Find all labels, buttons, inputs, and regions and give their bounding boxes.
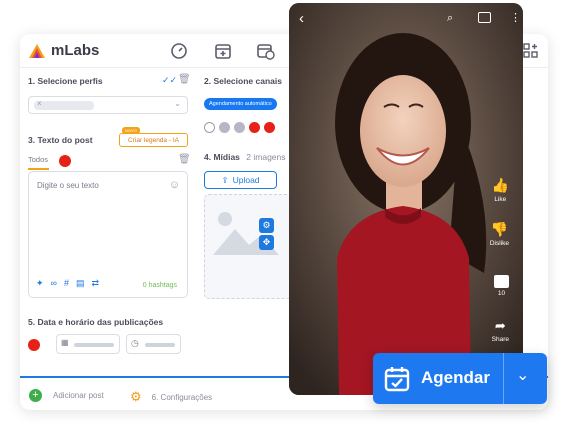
- comments-action[interactable]: 10: [494, 275, 509, 297]
- calendar-add-icon[interactable]: [214, 42, 232, 60]
- calendar-check-icon: [384, 367, 410, 392]
- logo-text: mLabs: [51, 42, 100, 59]
- media-count: 2 imagens: [246, 152, 286, 162]
- comment-icon: [494, 275, 509, 288]
- like-label: Like: [494, 196, 507, 203]
- back-icon[interactable]: ‹: [299, 10, 304, 27]
- grid-add-icon[interactable]: [522, 42, 540, 60]
- hashtag-icon[interactable]: #: [64, 278, 69, 289]
- calendar-clock-icon[interactable]: [257, 42, 275, 60]
- tab-all[interactable]: Todos: [28, 155, 48, 164]
- date-value: [74, 343, 114, 347]
- chevron-down-icon[interactable]: ⌄: [516, 365, 529, 385]
- video-photo: [289, 3, 523, 395]
- move-icon[interactable]: ✥: [259, 235, 274, 250]
- section-channels-title: 2. Selecione canais: [204, 76, 282, 86]
- dashboard-icon[interactable]: [170, 42, 188, 60]
- plus-icon: +: [29, 389, 42, 402]
- settings-icon[interactable]: ⚙: [259, 218, 274, 233]
- file-icon[interactable]: ▤: [76, 278, 85, 289]
- media-title-label: 4. Mídias: [204, 152, 240, 162]
- thumbs-down-icon: 👎: [490, 221, 509, 237]
- trash-icon[interactable]: 🗑: [178, 74, 191, 85]
- profile-select[interactable]: × ⌄: [28, 96, 188, 114]
- section-text-title: 3. Texto do post: [28, 135, 93, 145]
- editor-toolbar: ✦ ∞ # ▤ ⇄: [36, 278, 99, 289]
- schedule-label: Agendar: [421, 368, 490, 387]
- share-action[interactable]: ➦ Share: [492, 318, 509, 343]
- threads-icon[interactable]: [219, 122, 230, 133]
- youtube-icon: [28, 339, 40, 351]
- video-preview-panel: ‹ ⌕ ⋮ 👍 Like 👎 Dislike 10 ➦ Share: [289, 3, 523, 395]
- magic-icon[interactable]: ✦: [36, 278, 44, 289]
- pinterest-icon[interactable]: [264, 122, 275, 133]
- upload-icon: ⇪: [221, 174, 229, 185]
- post-text-area[interactable]: Digite o seu texto ☺ ✦ ∞ # ▤ ⇄ 0 hashtag…: [28, 171, 188, 298]
- mlabs-logo-icon: [29, 43, 45, 58]
- media-preview: ⚙ ✥: [204, 194, 294, 299]
- remove-chip-icon[interactable]: ×: [37, 99, 42, 108]
- add-post-button[interactable]: + Adicionar post: [29, 389, 104, 402]
- auto-schedule-pill[interactable]: Agendamento automático: [204, 98, 277, 110]
- schedule-button[interactable]: Agendar ⌄: [373, 353, 547, 404]
- share-icon: ➦: [494, 318, 506, 333]
- upload-label: Upload: [232, 175, 260, 185]
- tab-active-indicator: [28, 168, 49, 170]
- section-media-title: 4. Mídias 2 imagens: [204, 152, 286, 162]
- link-icon[interactable]: ∞: [51, 278, 57, 289]
- upload-button[interactable]: ⇪ Upload: [204, 171, 277, 189]
- chevron-down-icon: ⌄: [174, 99, 181, 108]
- date-input[interactable]: ▦: [56, 334, 120, 354]
- time-value: [145, 343, 175, 347]
- time-input[interactable]: ◷: [126, 334, 181, 354]
- add-post-label: Adicionar post: [53, 391, 104, 400]
- logo: mLabs: [28, 42, 99, 59]
- channel-icons: [204, 122, 275, 133]
- emoji-icon[interactable]: ☺: [169, 179, 180, 191]
- tab-youtube-icon[interactable]: [59, 155, 71, 167]
- comments-count: 10: [497, 290, 506, 297]
- camera-icon[interactable]: [478, 12, 491, 23]
- facebook-icon[interactable]: [234, 122, 245, 133]
- check-all-icon[interactable]: ✓✓: [162, 75, 177, 86]
- ai-caption-button[interactable]: Criar legenda - IA: [119, 133, 188, 147]
- section-profiles-title: 1. Selecione perfis: [28, 76, 103, 86]
- dislike-label: Dislike: [489, 240, 509, 247]
- new-badge: NOVO: [122, 127, 140, 134]
- cta-divider: [503, 353, 504, 404]
- like-action[interactable]: 👍 Like: [492, 177, 509, 203]
- youtube-icon[interactable]: [249, 122, 260, 133]
- dislike-action[interactable]: 👎 Dislike: [490, 221, 509, 247]
- selected-profile-chip[interactable]: ×: [34, 99, 94, 110]
- section-datetime-title: 5. Data e horário das publicações: [28, 317, 164, 327]
- settings-label: 6. Configurações: [151, 392, 213, 402]
- settings-button[interactable]: ⚙ 6. Configurações: [130, 389, 212, 405]
- share-label: Share: [491, 336, 509, 343]
- post-text-placeholder: Digite o seu texto: [37, 181, 99, 190]
- more-icon[interactable]: ⋮: [510, 11, 521, 24]
- search-icon[interactable]: ⌕: [447, 12, 453, 25]
- repeat-icon[interactable]: ⇄: [92, 278, 100, 289]
- thumbs-up-icon: 👍: [491, 177, 509, 193]
- gear-icon: ⚙: [130, 389, 142, 404]
- trash-icon[interactable]: 🗑: [178, 154, 191, 165]
- calendar-icon: ▦: [61, 338, 69, 347]
- hashtag-count: 0 hashtags: [142, 282, 177, 289]
- instagram-icon[interactable]: [204, 122, 215, 133]
- ai-caption-label: Criar legenda - IA: [128, 136, 179, 144]
- clock-icon: ◷: [131, 338, 139, 348]
